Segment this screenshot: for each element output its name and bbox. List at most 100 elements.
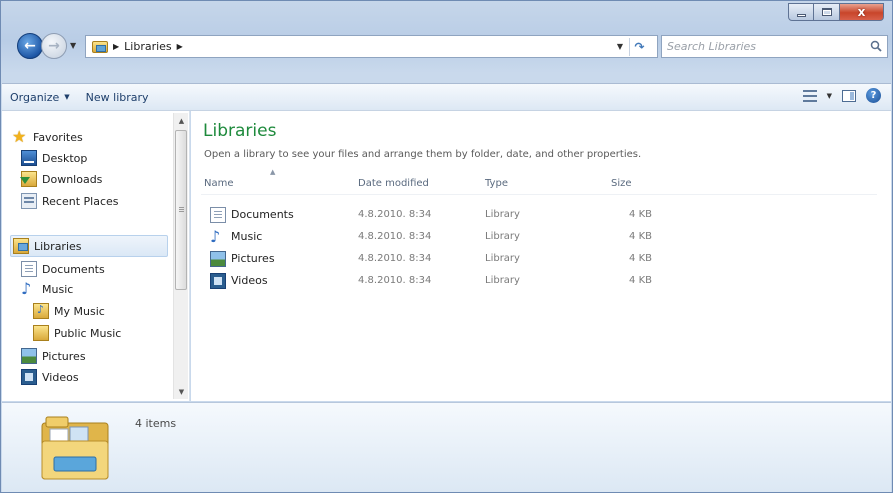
nav-item-label: Videos xyxy=(42,370,79,384)
nav-item-label: Recent Places xyxy=(42,194,119,208)
nav-item-downloads[interactable]: Downloads xyxy=(20,168,103,190)
search-input[interactable] xyxy=(667,36,867,57)
file-type: Library xyxy=(485,275,520,286)
details-pane: 4 items xyxy=(2,402,891,492)
help-icon[interactable]: ? xyxy=(866,88,881,103)
preview-pane-icon[interactable] xyxy=(842,89,856,102)
desktop-icon xyxy=(21,150,37,166)
file-type: Library xyxy=(485,231,520,242)
public-music-icon xyxy=(33,325,49,341)
nav-item-label: Pictures xyxy=(42,349,86,363)
libraries-icon xyxy=(13,238,29,254)
file-date: 4.8.2010. 8:34 xyxy=(358,275,432,286)
scroll-down-icon[interactable]: ▼ xyxy=(174,384,189,399)
column-header-type[interactable]: Type xyxy=(485,178,508,189)
file-size: 4 KB xyxy=(629,209,652,220)
view-options-dropdown[interactable]: ▼ xyxy=(827,92,832,100)
file-size: 4 KB xyxy=(629,275,652,286)
nav-item-videos[interactable]: Videos xyxy=(21,366,79,388)
file-name: Videos xyxy=(231,274,268,287)
minimize-icon xyxy=(796,13,806,17)
nav-pane-scrollbar[interactable]: ▲ ▼ xyxy=(173,113,188,399)
pictures-icon xyxy=(21,348,37,364)
organize-button[interactable]: Organize ▼ xyxy=(2,88,78,107)
refresh-icon: ↷ xyxy=(634,40,645,54)
navigation-pane: ★ Favorites Desktop Downloads Recent Pla… xyxy=(2,111,190,401)
breadcrumb-separator-icon[interactable]: ▶ xyxy=(113,42,119,51)
sort-indicator-icon: ▲ xyxy=(270,168,276,176)
file-type: Library xyxy=(485,209,520,220)
page-title: Libraries xyxy=(203,121,277,141)
caption-buttons: x xyxy=(788,3,884,21)
star-icon: ★ xyxy=(12,127,27,146)
forward-arrow-icon: → xyxy=(48,38,60,54)
breadcrumb-libraries[interactable]: Libraries xyxy=(124,40,172,53)
nav-item-favorites[interactable]: ★ Favorites xyxy=(12,126,83,148)
documents-icon xyxy=(210,207,226,223)
file-row[interactable]: ♪ Music 4.8.2010. 8:34 Library 4 KB xyxy=(201,227,661,248)
scroll-up-icon[interactable]: ▲ xyxy=(174,113,189,128)
nav-item-label: Documents xyxy=(42,262,105,276)
address-history-dropdown[interactable]: ▼ xyxy=(617,42,623,51)
nav-item-pictures[interactable]: Pictures xyxy=(21,345,86,367)
videos-icon xyxy=(21,369,37,385)
recent-pages-dropdown[interactable]: ▼ xyxy=(70,41,76,50)
my-music-icon xyxy=(33,303,49,319)
file-size: 4 KB xyxy=(629,253,652,264)
column-header-date-modified[interactable]: Date modified xyxy=(358,178,429,189)
libraries-folder-large-icon xyxy=(41,416,109,480)
file-size: 4 KB xyxy=(629,231,652,242)
search-box[interactable] xyxy=(661,35,888,58)
file-row[interactable]: Pictures 4.8.2010. 8:34 Library 4 KB xyxy=(201,249,661,270)
nav-item-my-music[interactable]: My Music xyxy=(33,300,105,322)
nav-item-label: Downloads xyxy=(42,172,103,186)
nav-item-libraries[interactable]: Libraries xyxy=(10,235,168,257)
back-arrow-icon: ← xyxy=(24,38,36,54)
refresh-button[interactable]: ↷ xyxy=(629,38,649,56)
file-row[interactable]: Documents 4.8.2010. 8:34 Library 4 KB xyxy=(201,205,661,226)
scrollbar-thumb[interactable] xyxy=(175,130,187,290)
pictures-icon xyxy=(210,251,226,267)
nav-item-label: Libraries xyxy=(34,239,82,253)
back-button[interactable]: ← xyxy=(17,33,43,59)
new-library-label: New library xyxy=(85,90,149,104)
recent-places-icon xyxy=(21,193,37,209)
maximize-button[interactable] xyxy=(814,3,840,21)
breadcrumb-separator-icon[interactable]: ▶ xyxy=(177,42,183,51)
change-view-icon[interactable] xyxy=(802,89,817,102)
forward-button[interactable]: → xyxy=(41,33,67,59)
nav-item-public-music[interactable]: Public Music xyxy=(33,322,121,344)
libraries-folder-icon xyxy=(92,40,108,53)
file-name: Documents xyxy=(231,208,294,221)
chevron-down-icon: ▼ xyxy=(64,93,70,101)
file-date: 4.8.2010. 8:34 xyxy=(358,231,432,242)
view-controls: ▼ ? xyxy=(802,88,881,103)
minimize-button[interactable] xyxy=(788,3,814,21)
videos-icon xyxy=(210,273,226,289)
organize-label: Organize xyxy=(10,90,60,104)
page-subtitle: Open a library to see your files and arr… xyxy=(204,149,642,160)
search-icon[interactable] xyxy=(870,40,882,52)
file-row[interactable]: Videos 4.8.2010. 8:34 Library 4 KB xyxy=(201,271,661,292)
close-button[interactable]: x xyxy=(840,3,884,21)
file-type: Library xyxy=(485,253,520,264)
nav-item-documents[interactable]: Documents xyxy=(21,258,105,280)
maximize-icon xyxy=(821,8,832,16)
nav-item-label: Desktop xyxy=(42,151,88,165)
address-bar[interactable]: ▶ Libraries ▶ ▼ ↷ xyxy=(85,35,658,58)
nav-item-recent-places[interactable]: Recent Places xyxy=(21,190,119,212)
nav-item-music[interactable]: ♪ Music xyxy=(21,278,73,300)
downloads-icon xyxy=(20,171,37,187)
column-header-name[interactable]: Name xyxy=(204,178,234,189)
documents-icon xyxy=(21,261,37,277)
close-icon: x xyxy=(857,5,866,19)
new-library-button[interactable]: New library xyxy=(78,88,157,107)
explorer-window: x ← → ▼ ▶ Libraries ▶ ▼ ↷ Search Librari… xyxy=(0,0,893,493)
file-name: Pictures xyxy=(231,252,275,265)
nav-item-label: My Music xyxy=(54,304,105,318)
file-list-pane: Libraries Open a library to see your fil… xyxy=(191,111,891,401)
column-header-size[interactable]: Size xyxy=(611,178,632,189)
navigation-bar: ← → ▼ ▶ Libraries ▶ ▼ ↷ xyxy=(7,31,888,63)
nav-item-desktop[interactable]: Desktop xyxy=(21,147,87,169)
nav-item-label: Music xyxy=(42,282,74,296)
